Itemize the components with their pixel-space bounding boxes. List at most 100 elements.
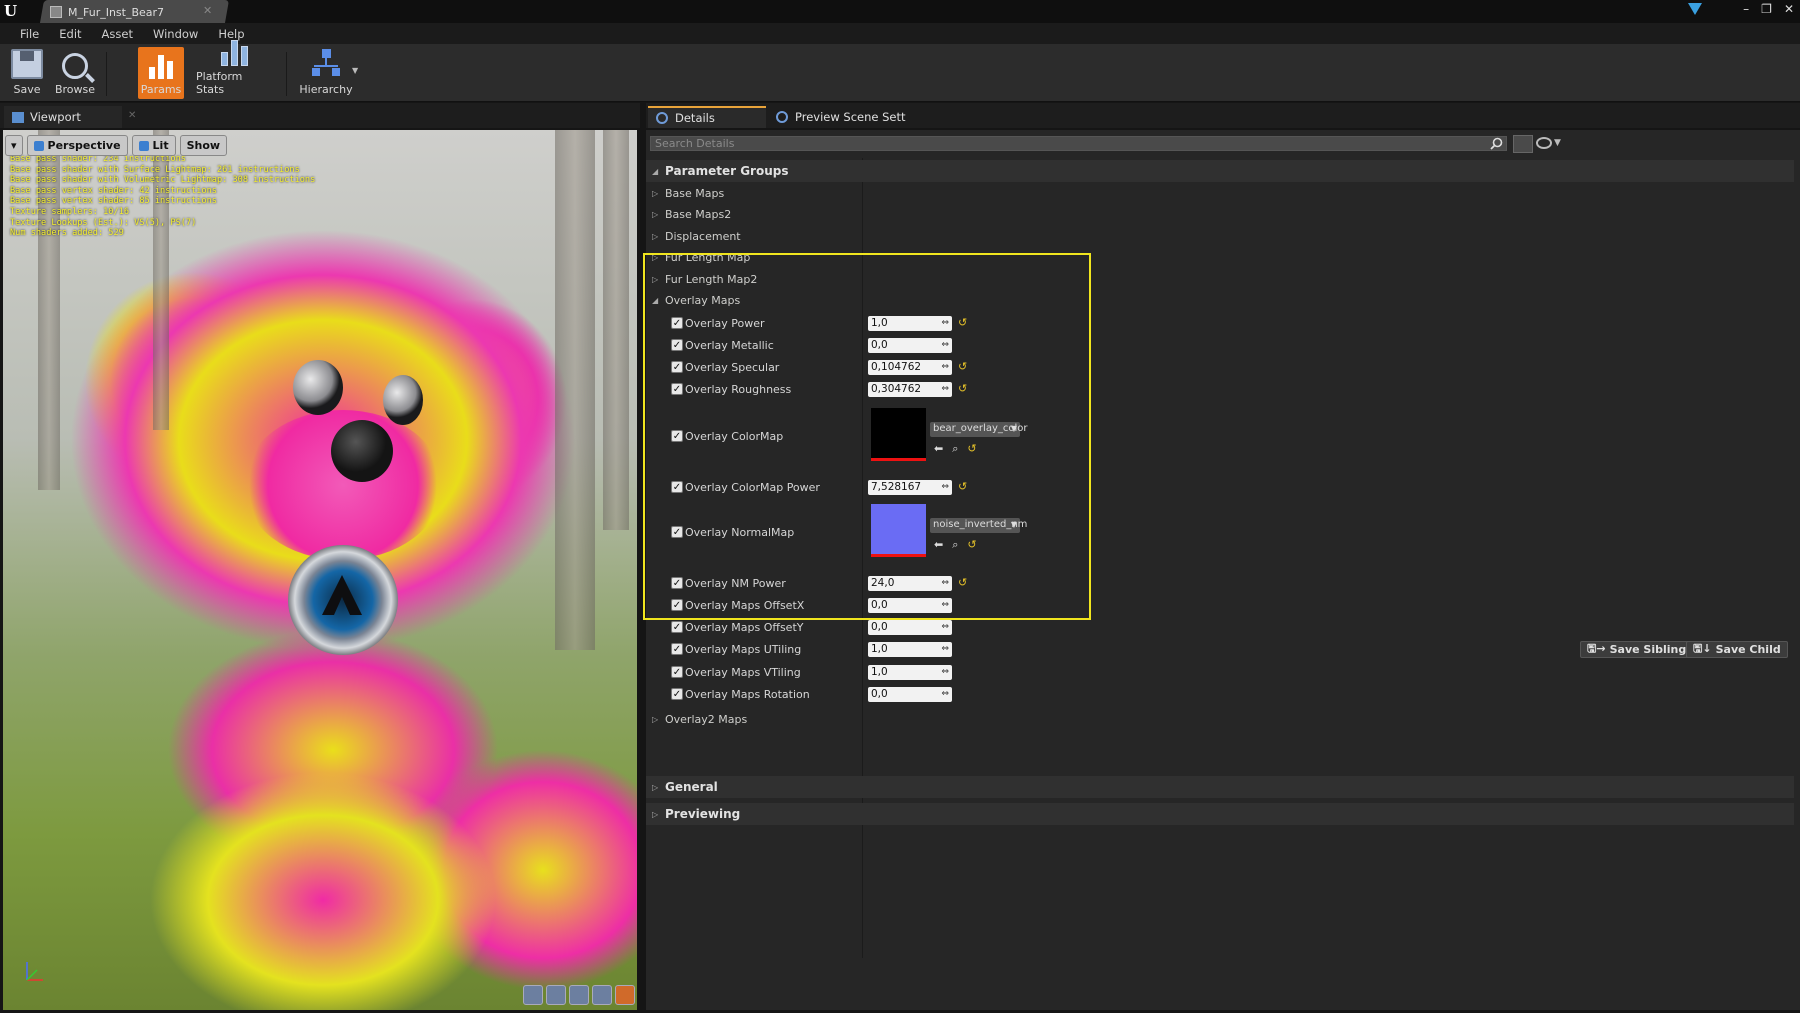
search-icon[interactable] (1490, 137, 1503, 150)
reset-to-default-icon[interactable]: ↺ (967, 442, 976, 456)
param-value-input[interactable]: 0,0 ⇔ (868, 687, 952, 702)
teapot-mesh-icon[interactable] (615, 985, 635, 1005)
param-checkbox[interactable]: ✓ (671, 339, 683, 351)
menu-edit[interactable]: Edit (49, 27, 91, 41)
category-general[interactable]: ▷ General (646, 776, 1794, 798)
sphere-mesh-icon[interactable] (546, 985, 566, 1005)
param-checkbox[interactable]: ✓ (671, 430, 683, 442)
viewport-canvas[interactable]: Base pass shader: 234 instructions Base … (3, 130, 637, 1010)
close-button[interactable]: ✕ (1784, 2, 1794, 16)
platform-stats-button[interactable]: Platform Stats (196, 40, 272, 99)
category-parameter-groups[interactable]: ◢ Parameter Groups (646, 160, 1794, 182)
save-child-button[interactable]: 🖫↓ Save Child (1686, 641, 1788, 658)
param-value: 24,0 (871, 577, 895, 589)
param-value: 0,0 (871, 621, 888, 633)
expand-arrow-icon: ▷ (652, 809, 659, 819)
group-overlay2-maps[interactable]: ▷ Overlay2 Maps (646, 710, 1794, 729)
param-checkbox[interactable]: ✓ (671, 481, 683, 493)
preview-mesh-buttons (523, 985, 635, 1005)
menu-asset[interactable]: Asset (92, 27, 143, 41)
minimize-button[interactable]: – (1743, 2, 1749, 16)
param-checkbox[interactable]: ✓ (671, 666, 683, 678)
texture-asset-picker[interactable]: bear_overlay_color ▼ (930, 422, 1028, 437)
plane-mesh-icon[interactable] (569, 985, 589, 1005)
param-row-overlay-metallic: ✓ Overlay Metallic 0,0 ⇔ (646, 336, 1794, 355)
view-options-icon[interactable] (1513, 135, 1533, 153)
search-input[interactable]: Search Details (650, 136, 1507, 151)
param-row-overlay-maps-rotation: ✓ Overlay Maps Rotation 0,0 ⇔ (646, 685, 1794, 704)
use-selected-arrow-icon[interactable]: ⬅ (934, 538, 943, 552)
eye-icon[interactable] (1536, 137, 1552, 149)
param-checkbox[interactable]: ✓ (671, 526, 683, 538)
viewport-tab-close-icon[interactable]: ✕ (128, 110, 136, 121)
menu-help[interactable]: Help (208, 27, 254, 41)
menu-window[interactable]: Window (143, 27, 208, 41)
notification-icon[interactable] (1688, 3, 1702, 15)
viewport-options-button[interactable]: ▾ (5, 135, 23, 156)
reset-to-default-icon[interactable]: ↺ (958, 576, 967, 589)
cube-mesh-icon[interactable] (592, 985, 612, 1005)
reset-to-default-icon[interactable]: ↺ (967, 538, 976, 552)
param-value-input[interactable]: 1,0 ⇔ (868, 642, 952, 657)
cylinder-mesh-icon[interactable] (523, 985, 543, 1005)
browse-button[interactable]: Browse (52, 47, 98, 99)
param-row-overlay-maps-vtiling: ✓ Overlay Maps VTiling 1,0 ⇔ (646, 663, 1794, 682)
param-value-input[interactable]: 0,304762 ⇔ (868, 382, 952, 397)
param-value-input[interactable]: 0,0 ⇔ (868, 598, 952, 613)
hierarchy-button[interactable]: Hierarchy (298, 47, 354, 99)
reset-to-default-icon[interactable]: ↺ (958, 382, 967, 395)
tab-preview-scene-settings[interactable]: Preview Scene Sett (768, 106, 918, 128)
reset-to-default-icon[interactable]: ↺ (958, 480, 967, 493)
save-child-label: Save Child (1715, 643, 1781, 656)
param-checkbox[interactable]: ✓ (671, 621, 683, 633)
browse-asset-icon[interactable]: ⌕ (952, 442, 958, 456)
lit-icon (138, 140, 149, 151)
use-selected-arrow-icon[interactable]: ⬅ (934, 442, 943, 456)
param-value: 7,528167 (871, 481, 922, 493)
group-base-maps2[interactable]: ▷ Base Maps2 (646, 205, 1794, 224)
param-value-input[interactable]: 24,0 ⇔ (868, 576, 952, 591)
params-button[interactable]: Params (138, 47, 184, 99)
save-button[interactable]: Save (8, 47, 46, 99)
param-value-input[interactable]: 1,0 ⇔ (868, 665, 952, 680)
reset-to-default-icon[interactable]: ↺ (958, 360, 967, 373)
group-displacement[interactable]: ▷ Displacement (646, 227, 1794, 246)
lit-button[interactable]: Lit (131, 135, 176, 156)
restore-button[interactable]: ❐ (1761, 2, 1772, 16)
param-value-input[interactable]: 7,528167 ⇔ (868, 480, 952, 495)
group-base-maps[interactable]: ▷ Base Maps (646, 184, 1794, 203)
param-value-input[interactable]: 1,0 ⇔ (868, 316, 952, 331)
save-sibling-button[interactable]: 🖫→ Save Sibling (1580, 641, 1694, 658)
save-icon (11, 49, 43, 79)
param-checkbox[interactable]: ✓ (671, 643, 683, 655)
reset-to-default-icon[interactable]: ↺ (958, 316, 967, 329)
menu-file[interactable]: File (10, 27, 49, 41)
param-value-input[interactable]: 0,0 ⇔ (868, 620, 952, 635)
show-button[interactable]: Show (179, 135, 228, 156)
param-value-input[interactable]: 0,104762 ⇔ (868, 360, 952, 375)
param-checkbox[interactable]: ✓ (671, 577, 683, 589)
save-sibling-icon: 🖫→ (1587, 642, 1606, 655)
hierarchy-dropdown-icon[interactable]: ▼ (352, 66, 358, 75)
param-checkbox[interactable]: ✓ (671, 383, 683, 395)
param-value-input[interactable]: 0,0 ⇔ (868, 338, 952, 353)
asset-tab-close-icon[interactable]: ✕ (203, 4, 212, 17)
texture-asset-picker[interactable]: noise_inverted_nm ▼ (930, 518, 1027, 533)
param-checkbox[interactable]: ✓ (671, 688, 683, 700)
texture-thumbnail[interactable] (871, 504, 926, 557)
category-previewing[interactable]: ▷ Previewing (646, 803, 1794, 825)
details-tab-icon (656, 112, 668, 124)
param-checkbox[interactable]: ✓ (671, 317, 683, 329)
viewport-tab[interactable]: Viewport (4, 106, 122, 128)
perspective-button[interactable]: Perspective (26, 135, 128, 156)
tab-details[interactable]: Details (648, 106, 766, 128)
stat-line: Base pass vertex shader: 42 instructions (10, 185, 217, 196)
browse-asset-icon[interactable]: ⌕ (952, 538, 958, 552)
chevron-down-icon[interactable]: ▼ (1554, 138, 1561, 148)
details-tab-bar: Details Preview Scene Sett (646, 103, 1800, 128)
param-checkbox[interactable]: ✓ (671, 361, 683, 373)
expand-arrow-icon: ▷ (652, 232, 659, 241)
param-checkbox[interactable]: ✓ (671, 599, 683, 611)
param-value: 1,0 (871, 643, 888, 655)
texture-thumbnail[interactable] (871, 408, 926, 461)
